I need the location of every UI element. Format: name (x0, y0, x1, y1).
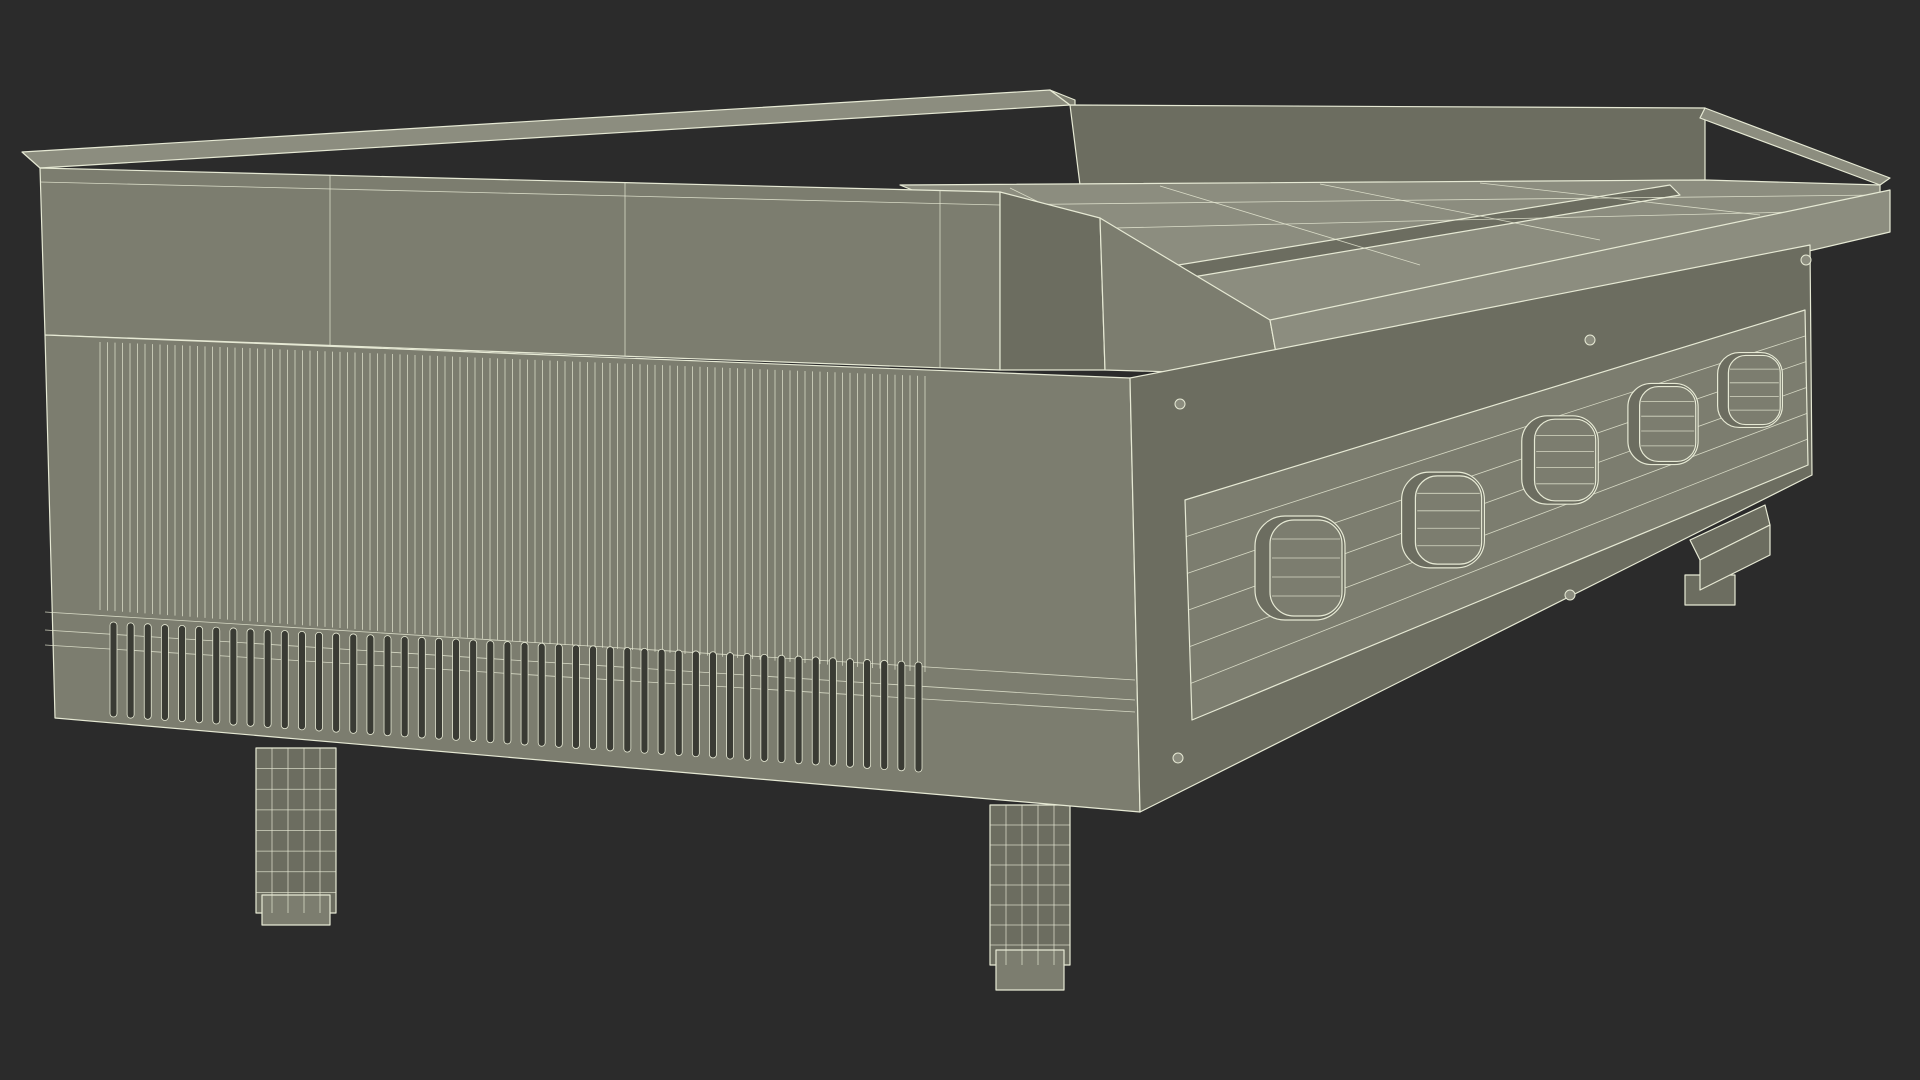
screw (1800, 254, 1812, 266)
control-knob (1521, 415, 1599, 505)
leg-front-right (989, 804, 1071, 991)
control-knob (1254, 515, 1346, 621)
screw (1172, 752, 1184, 764)
screw (1584, 334, 1596, 346)
control-knob (1400, 471, 1485, 569)
control-knob (1716, 351, 1783, 429)
screw (1564, 589, 1576, 601)
upper-front-panel (39, 167, 1106, 371)
leg-front-left (255, 747, 337, 926)
control-knob (1627, 382, 1699, 466)
render-viewport: .surf{fill:#7c7d6f;}.surf-dark{fill:#6c6… (0, 0, 1920, 1080)
screw (1174, 398, 1186, 410)
griddle-wireframe-render: .surf{fill:#7c7d6f;}.surf-dark{fill:#6c6… (0, 0, 1920, 1080)
